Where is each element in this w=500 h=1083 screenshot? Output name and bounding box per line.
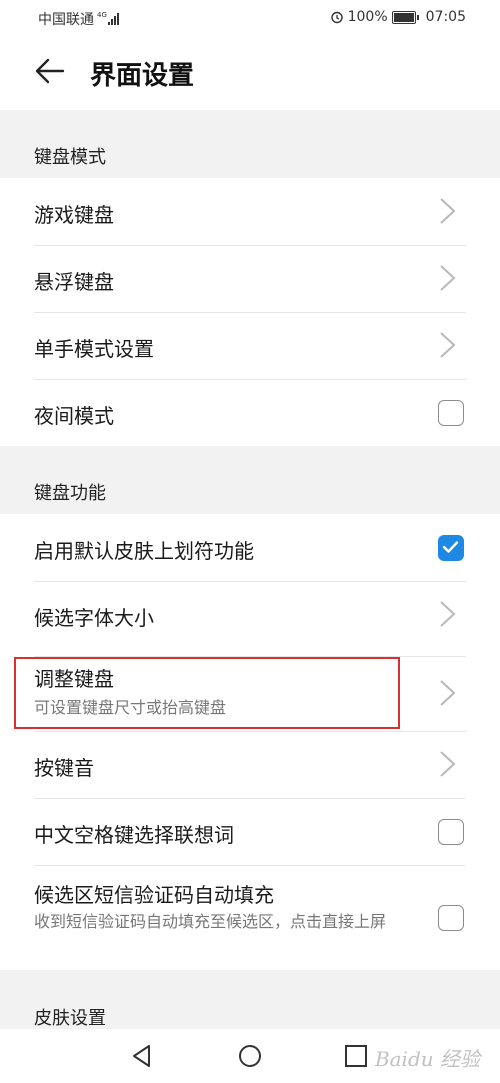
item-label: 单手模式设置	[34, 337, 154, 361]
item-label: 夜间模式	[34, 404, 114, 428]
item-label: 调整键盘	[34, 667, 114, 691]
item-label: 启用默认皮肤上划符功能	[34, 539, 254, 563]
app-header: 界面设置	[0, 36, 500, 110]
navigation-bar: Baidu 经验	[0, 1029, 500, 1083]
page-title: 界面设置	[90, 61, 195, 91]
chevron-right-icon	[440, 198, 456, 224]
item-label: 悬浮键盘	[34, 270, 114, 294]
nav-recents-icon[interactable]	[342, 1042, 370, 1070]
list-item-sms-code-autofill[interactable]: 候选区短信验证码自动填充 收到短信验证码自动填充至候选区，点击直接上屏	[0, 865, 500, 970]
alarm-icon	[330, 11, 343, 24]
list-item-key-sound[interactable]: 按键音	[0, 731, 500, 798]
section-label-keyboard-function: 键盘功能	[34, 483, 106, 504]
nav-home-icon[interactable]	[236, 1042, 264, 1070]
chevron-right-icon	[440, 751, 456, 777]
list-item-game-keyboard[interactable]: 游戏键盘	[0, 178, 500, 245]
battery-icon	[391, 10, 419, 24]
keyboard-function-card: 启用默认皮肤上划符功能 候选字体大小 调整键盘 可设置键盘尺寸或抬高键盘 按键音…	[0, 514, 500, 970]
list-item-skin-swipe-symbols[interactable]: 启用默认皮肤上划符功能	[0, 514, 500, 581]
chevron-right-icon	[440, 332, 456, 358]
section-label-keyboard-mode: 键盘模式	[34, 147, 106, 168]
watermark-logo: Baidu 经验	[374, 1047, 480, 1071]
item-label: 候选区短信验证码自动填充	[34, 883, 274, 907]
chevron-right-icon	[440, 601, 456, 627]
network-type: 4G	[97, 11, 107, 19]
list-item-night-mode[interactable]: 夜间模式	[0, 379, 500, 446]
space-association-checkbox[interactable]	[438, 819, 464, 845]
status-bar: 中国联通 4G 100% 07:05	[0, 0, 500, 36]
list-item-candidate-font-size[interactable]: 候选字体大小	[0, 581, 500, 656]
clock-time: 07:05	[425, 9, 466, 25]
list-item-one-hand-mode[interactable]: 单手模式设置	[0, 312, 500, 379]
keyboard-mode-card: 游戏键盘 悬浮键盘 单手模式设置 夜间模式	[0, 178, 500, 446]
back-arrow-icon[interactable]	[33, 54, 67, 88]
list-item-adjust-keyboard[interactable]: 调整键盘 可设置键盘尺寸或抬高键盘	[0, 656, 500, 731]
status-left: 中国联通 4G	[38, 9, 119, 29]
status-right: 100% 07:05	[330, 9, 466, 25]
signal-icon	[107, 13, 119, 25]
item-label: 按键音	[34, 756, 94, 780]
carrier-name: 中国联通	[38, 12, 94, 28]
section-label-skin-settings: 皮肤设置	[34, 1008, 106, 1029]
list-item-floating-keyboard[interactable]: 悬浮键盘	[0, 245, 500, 312]
item-sublabel: 收到短信验证码自动填充至候选区，点击直接上屏	[34, 912, 387, 931]
night-mode-checkbox[interactable]	[438, 400, 464, 426]
swipe-symbols-checkbox[interactable]	[438, 535, 464, 561]
chevron-right-icon	[440, 265, 456, 291]
sms-autofill-checkbox[interactable]	[438, 905, 464, 931]
list-item-space-select-association[interactable]: 中文空格键选择联想词	[0, 798, 500, 865]
item-label: 候选字体大小	[34, 606, 154, 630]
item-label: 中文空格键选择联想词	[34, 823, 234, 847]
chevron-right-icon	[440, 680, 456, 706]
item-sublabel: 可设置键盘尺寸或抬高键盘	[34, 698, 227, 717]
nav-back-icon[interactable]	[128, 1042, 156, 1070]
battery-percent: 100%	[347, 9, 388, 25]
checkmark-icon	[442, 541, 459, 553]
item-label: 游戏键盘	[34, 203, 114, 227]
